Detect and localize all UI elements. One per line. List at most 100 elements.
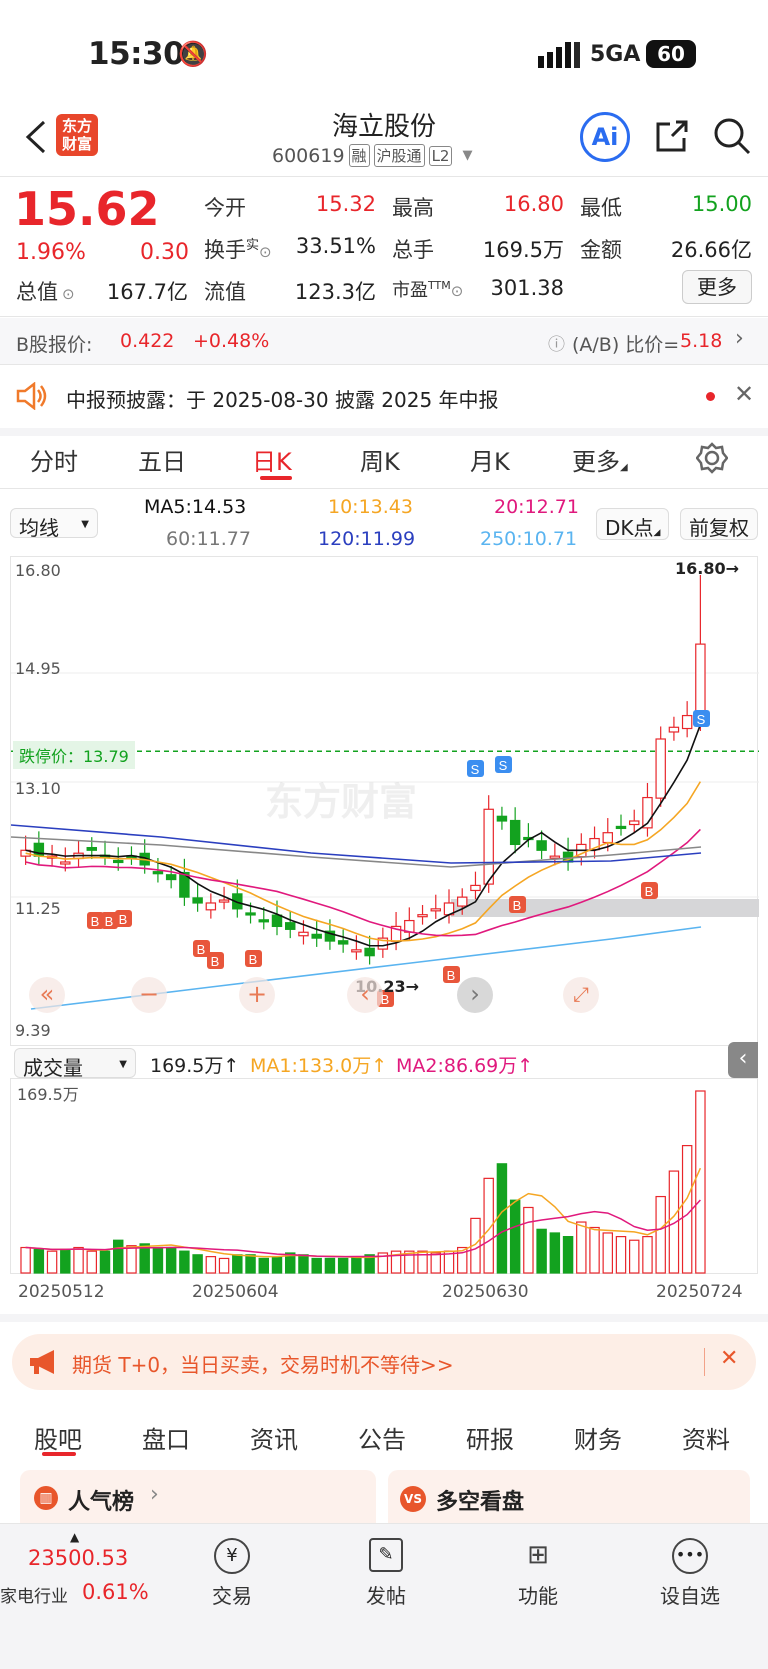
candle-body <box>483 808 494 885</box>
tab-monthly-k[interactable]: 月K <box>470 442 510 477</box>
fast-back-button[interactable]: « <box>29 977 65 1013</box>
high-label: 最高 <box>392 196 434 220</box>
dk-button[interactable]: DK点◢ <box>596 508 670 540</box>
volume-label: 总手 <box>392 238 434 262</box>
badge-l2: L2 <box>428 145 453 166</box>
low-value: 15.00 <box>691 192 752 216</box>
badge-connect: 沪股通 <box>373 144 425 167</box>
ad-text: 期货 T+0，当日买卖，交易时机不等待>> <box>72 1353 454 1377</box>
kline-chart[interactable]: BBBBBBBBBBSSS 东方财富 16.80 14.95 13.10 11.… <box>10 556 759 1046</box>
candle-body <box>298 931 309 937</box>
bshare-label: B股报价: <box>16 334 93 356</box>
tab-pankou[interactable]: 盘口 <box>142 1420 190 1455</box>
turnover-label-text: 换手 <box>204 238 246 262</box>
fullscreen-button[interactable]: ⤢ <box>563 977 599 1013</box>
ma-selector[interactable]: 均线 ▼ <box>10 508 98 540</box>
function-button[interactable]: ⊞ 功能 <box>488 1538 588 1609</box>
volume-bar <box>46 1250 58 1274</box>
pe-label-text: 市盈 <box>392 280 428 301</box>
candle-body <box>285 922 296 930</box>
volume-chart[interactable]: 169.5万 <box>10 1078 758 1274</box>
mcap-label[interactable]: 总值 ⊙ <box>16 276 75 306</box>
search-icon[interactable] <box>712 116 752 156</box>
volume-bar <box>218 1257 230 1274</box>
volume-bar <box>523 1206 534 1274</box>
dk-label: DK点 <box>605 516 654 540</box>
prev-button[interactable]: ‹ <box>347 977 383 1013</box>
volume-bar <box>271 1256 283 1274</box>
candle-body <box>536 840 547 851</box>
candle-body <box>60 861 71 865</box>
sell-signal-text: S <box>499 758 508 773</box>
bshare-row[interactable]: B股报价: 0.422 +0.48% ⓘ (A/B) 比价= 5.18 › <box>0 318 768 364</box>
date-1: 20250512 <box>18 1282 105 1302</box>
zoom-in-button[interactable]: + <box>239 977 275 1013</box>
post-button[interactable]: ✎ 发帖 <box>336 1538 436 1609</box>
tab-more[interactable]: 更多◢ <box>572 442 628 477</box>
battery-level: 60 <box>657 42 685 66</box>
tab-weekly-k[interactable]: 周K <box>360 442 400 477</box>
tab-news[interactable]: 资讯 <box>250 1420 298 1455</box>
ma10-legend: 10:13.43 <box>328 496 413 518</box>
ai-button[interactable]: Ai <box>580 112 630 162</box>
candle-body <box>218 899 230 903</box>
date-3: 20250630 <box>442 1282 529 1302</box>
trade-button[interactable]: ¥ 交易 <box>182 1538 282 1609</box>
volume-bar <box>33 1248 45 1274</box>
buy-signal-text: B <box>513 898 522 913</box>
stock-code: 600619 <box>272 144 345 167</box>
restore-button[interactable]: 前复权 <box>680 508 758 540</box>
tab-timeshare[interactable]: 分时 <box>30 442 78 477</box>
volume-bar <box>681 1144 693 1274</box>
volume-bar <box>112 1239 124 1274</box>
notice-bar[interactable]: 中报预披露：于 2025-08-30 披露 2025 年中报 ✕ <box>0 364 768 428</box>
vol-ma1-legend: MA1:133.0万↑ <box>250 1055 388 1077</box>
volume-selector-label: 成交量 <box>23 1056 83 1080</box>
status-bar: 15:30 🔕 5GA 60 <box>0 0 768 110</box>
ma60-legend: 60:11.77 <box>166 528 251 550</box>
tab-daily-k[interactable]: 日K <box>252 442 292 477</box>
tab-profile[interactable]: 资料 <box>682 1420 730 1455</box>
popularity-card[interactable]: ▥ 人气榜 › <box>20 1470 376 1526</box>
tab-announcements[interactable]: 公告 <box>358 1420 406 1455</box>
volume-bar <box>179 1250 190 1274</box>
tab-5day[interactable]: 五日 <box>138 442 186 477</box>
candle-body <box>417 914 428 918</box>
volume-selector[interactable]: 成交量 ▼ <box>14 1048 136 1080</box>
network-label: 5GA <box>590 42 641 67</box>
long-short-card[interactable]: VS 多空看盘 <box>388 1470 750 1526</box>
candle-body <box>205 902 217 911</box>
y-label-top: 16.80 <box>15 561 61 580</box>
tab-more-label: 更多 <box>572 448 620 476</box>
industry-name: 家电行业 <box>0 1587 68 1607</box>
index-value[interactable]: 23500.53 <box>28 1546 128 1570</box>
tab-finance[interactable]: 财务 <box>574 1420 622 1455</box>
add-watchlist-button[interactable]: ••• 设自选 <box>640 1538 740 1609</box>
tab-research[interactable]: 研报 <box>466 1420 514 1455</box>
volume-bar <box>311 1257 322 1274</box>
vol-ma1-value: MA1:133.0万 <box>250 1055 372 1077</box>
zoom-out-button[interactable]: − <box>131 977 167 1013</box>
close-icon[interactable]: ✕ <box>734 380 754 408</box>
help-icon[interactable]: ⓘ <box>548 330 565 355</box>
chart-watermark: 东方财富 <box>265 780 418 824</box>
tab-guba[interactable]: 股吧 <box>34 1420 82 1455</box>
ad-banner[interactable]: 期货 T+0，当日买卖，交易时机不等待>> ✕ <box>12 1334 756 1390</box>
turnover-value: 33.51% <box>295 234 376 258</box>
edit-icon: ✎ <box>369 1538 403 1572</box>
settings-icon[interactable] <box>696 442 728 474</box>
more-button[interactable]: 更多 <box>682 270 752 304</box>
volume-bar <box>695 1090 706 1274</box>
popularity-label: 人气榜 <box>68 1490 135 1515</box>
y-label-bottom: 9.39 <box>15 1021 51 1040</box>
share-icon[interactable] <box>652 118 690 156</box>
close-icon[interactable]: ✕ <box>720 1346 738 1371</box>
stock-code-row[interactable]: 600619 融 沪股通 L2 ▼ <box>272 144 472 167</box>
volume-bar <box>165 1246 177 1274</box>
candle-body <box>470 884 481 892</box>
collapse-button[interactable]: ‹ <box>728 1042 758 1078</box>
next-button[interactable]: › <box>457 977 493 1013</box>
info-icon: ⊙ <box>259 243 272 261</box>
volume-axis-top: 169.5万 <box>17 1085 79 1104</box>
volume-bar <box>324 1257 336 1274</box>
